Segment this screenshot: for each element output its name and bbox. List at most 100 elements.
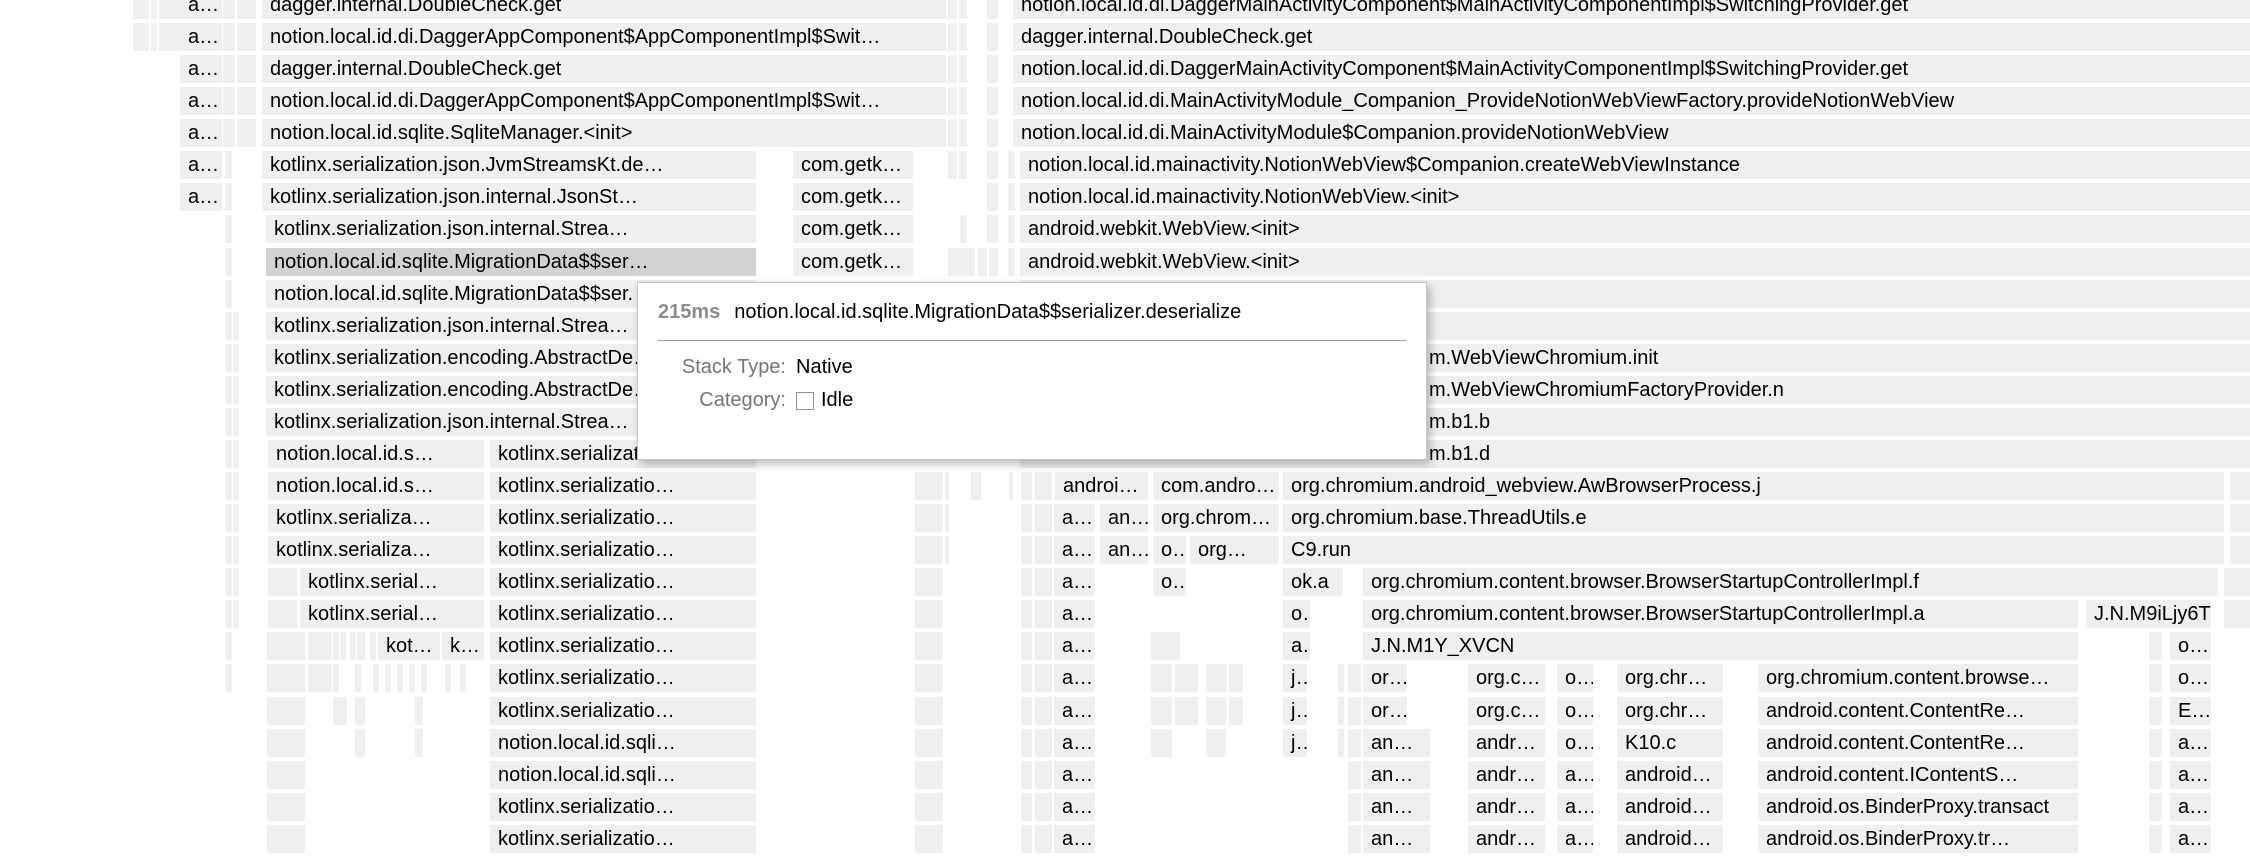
stack-frame[interactable] [225, 568, 232, 596]
stack-frame[interactable] [1008, 215, 1015, 243]
stack-frame[interactable] [267, 825, 305, 853]
stack-frame[interactable]: j… [1283, 729, 1307, 757]
stack-frame[interactable] [915, 504, 943, 532]
stack-frame[interactable]: an… [1100, 536, 1148, 564]
stack-frame[interactable] [1021, 568, 1032, 596]
stack-frame[interactable]: andr… [1468, 761, 1545, 789]
stack-frame[interactable]: o… [1557, 697, 1593, 725]
stack-frame[interactable] [237, 0, 256, 19]
stack-frame[interactable]: an… [1363, 825, 1430, 853]
stack-frame-hovered[interactable]: notion.local.id.sqlite.MigrationData$$se… [266, 248, 756, 276]
stack-frame[interactable]: org… [1190, 536, 1279, 564]
stack-frame[interactable] [1035, 729, 1052, 757]
stack-frame[interactable] [959, 151, 967, 179]
stack-frame[interactable] [948, 151, 957, 179]
stack-frame[interactable] [1151, 632, 1180, 660]
stack-frame[interactable]: notion.local.id.s… [268, 440, 484, 468]
stack-frame[interactable] [159, 0, 181, 19]
stack-frame[interactable]: notion.local.id.di.MainActivityModule_Co… [1013, 87, 2250, 115]
stack-frame[interactable]: a… [1054, 729, 1095, 757]
stack-frame[interactable]: notion.local.id.s… [268, 472, 484, 500]
stack-frame[interactable] [1021, 504, 1032, 532]
stack-frame[interactable] [151, 0, 157, 19]
stack-frame[interactable]: com.getk… [793, 183, 913, 211]
stack-frame[interactable] [373, 664, 379, 692]
stack-frame[interactable]: notion.local.id.sqli… [490, 761, 756, 789]
stack-frame[interactable] [948, 248, 975, 276]
stack-frame[interactable] [2149, 697, 2162, 725]
stack-frame[interactable] [225, 215, 232, 243]
stack-frame[interactable]: o… [2170, 632, 2211, 660]
stack-frame[interactable]: android.os.BinderProxy.transact [1758, 793, 2078, 821]
stack-frame[interactable]: org.chromium.content.browser.BrowserStar… [1363, 600, 2078, 628]
stack-frame[interactable] [340, 632, 346, 660]
stack-frame[interactable] [2149, 793, 2162, 821]
stack-frame[interactable] [460, 664, 466, 692]
stack-frame[interactable] [1229, 697, 1243, 725]
stack-frame[interactable]: org.chromium.android_webview.AwBrowserPr… [1283, 472, 2224, 500]
stack-frame[interactable]: com.getk… [793, 215, 913, 243]
stack-frame[interactable]: notion.local.id.di.DaggerAppComponent$Ap… [262, 87, 946, 115]
stack-frame[interactable]: android.os.BinderProxy.tr… [1758, 825, 2078, 853]
stack-frame[interactable] [233, 472, 239, 500]
stack-frame[interactable]: K10.c [1617, 729, 1723, 757]
stack-frame[interactable] [223, 23, 235, 51]
stack-frame[interactable] [1035, 697, 1052, 725]
stack-frame[interactable] [1151, 697, 1172, 725]
stack-frame[interactable] [225, 312, 232, 340]
stack-frame[interactable] [1021, 729, 1032, 757]
stack-frame[interactable]: o… [1283, 600, 1310, 628]
stack-frame[interactable] [1206, 729, 1226, 757]
stack-frame[interactable]: notion.local.id.sqli… [490, 729, 756, 757]
stack-frame[interactable]: o… [1153, 536, 1186, 564]
stack-frame[interactable] [971, 472, 981, 500]
stack-frame[interactable]: a… [180, 87, 222, 115]
stack-frame[interactable] [1021, 536, 1032, 564]
stack-frame[interactable]: a… [1557, 825, 1593, 853]
stack-frame[interactable]: kotlinx.serializatio… [490, 664, 756, 692]
stack-frame[interactable]: a… [2170, 825, 2211, 853]
stack-frame[interactable] [1008, 183, 1015, 211]
stack-frame[interactable] [237, 23, 256, 51]
stack-frame[interactable] [1151, 729, 1172, 757]
stack-frame[interactable]: kotlinx.serialization.json.JvmStreamsKt.… [262, 151, 756, 179]
stack-frame[interactable]: com.getk… [793, 248, 913, 276]
stack-frame[interactable] [225, 600, 232, 628]
stack-frame[interactable]: kotlinx.serial… [300, 600, 484, 628]
stack-frame[interactable] [159, 23, 181, 51]
stack-frame[interactable] [151, 23, 157, 51]
stack-frame[interactable]: androi… [1055, 472, 1148, 500]
stack-frame[interactable] [989, 248, 998, 276]
stack-frame[interactable] [987, 87, 998, 115]
stack-frame[interactable]: a… [1054, 600, 1095, 628]
stack-frame[interactable] [1035, 472, 1052, 500]
stack-frame[interactable] [223, 87, 235, 115]
stack-frame[interactable]: org.chromium.content.browse… [1758, 664, 2078, 692]
stack-frame[interactable]: notion.local.id.di.DaggerMainActivityCom… [1013, 0, 2250, 19]
stack-frame[interactable] [1021, 664, 1032, 692]
stack-frame[interactable] [233, 600, 239, 628]
stack-frame[interactable] [1348, 664, 1361, 692]
stack-frame[interactable]: org.c… [1468, 697, 1545, 725]
stack-frame[interactable] [225, 408, 232, 436]
stack-frame[interactable]: a… [1054, 632, 1095, 660]
stack-frame[interactable]: kotlinx.serialization.json.internal.Json… [262, 183, 756, 211]
stack-frame[interactable] [233, 312, 239, 340]
stack-frame[interactable] [385, 664, 391, 692]
stack-frame[interactable] [223, 0, 235, 19]
stack-frame[interactable] [397, 664, 403, 692]
stack-frame[interactable] [415, 697, 423, 725]
stack-frame[interactable] [960, 215, 967, 243]
stack-frame[interactable]: andr… [1468, 729, 1545, 757]
stack-frame[interactable]: a… [1054, 761, 1095, 789]
stack-frame[interactable] [225, 632, 232, 660]
stack-frame[interactable] [357, 632, 365, 660]
stack-frame[interactable]: a… [1283, 632, 1310, 660]
stack-frame[interactable] [2230, 536, 2250, 564]
stack-frame[interactable]: E… [2170, 697, 2211, 725]
stack-frame[interactable] [915, 729, 943, 757]
stack-frame[interactable]: notion.local.id.di.DaggerMainActivityCom… [1013, 55, 2250, 83]
stack-frame[interactable]: o… [1557, 729, 1593, 757]
stack-frame[interactable] [233, 440, 239, 468]
stack-frame[interactable] [333, 632, 339, 660]
